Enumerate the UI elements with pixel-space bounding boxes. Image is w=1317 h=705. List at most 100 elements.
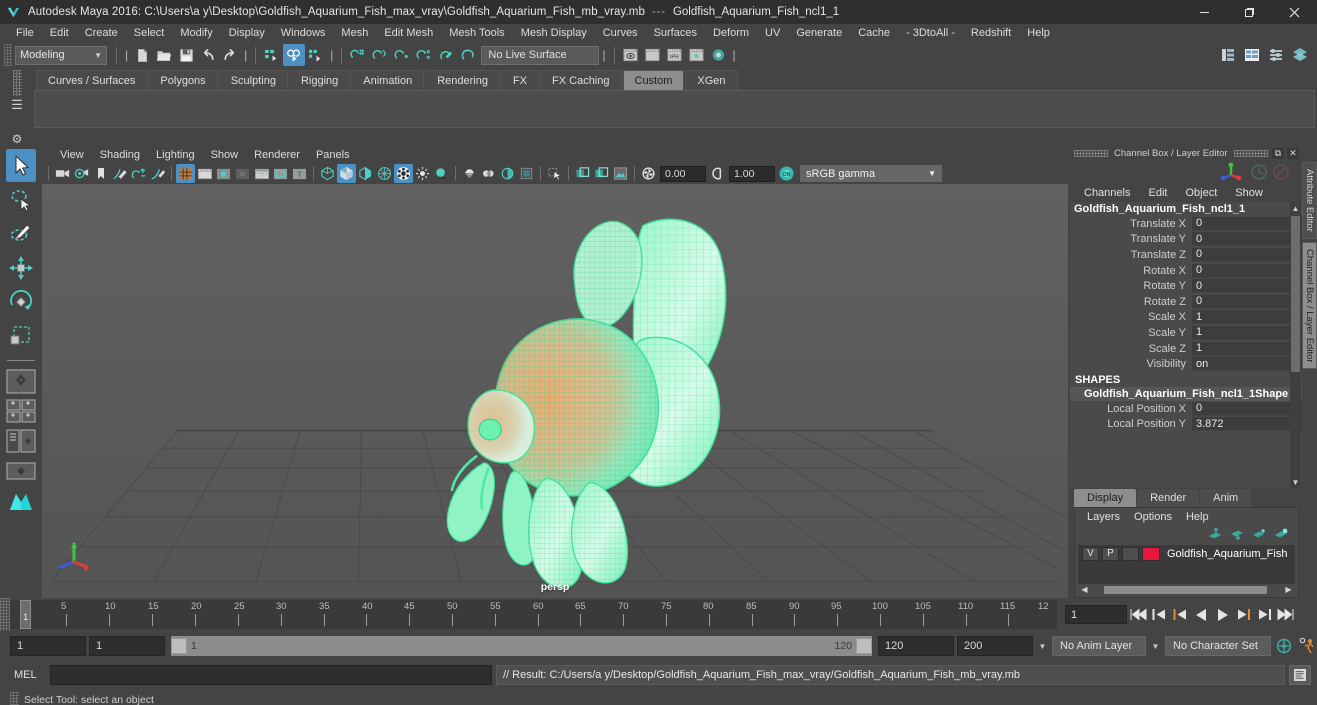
xray-joints-icon[interactable] [517,164,536,183]
channel-row-rotate-z[interactable]: Rotate Z 0 [1070,294,1302,310]
scroll-left-arrow-icon[interactable]: ◀ [1078,585,1091,594]
channel-row-translate-y[interactable]: Translate Y 0 [1070,232,1302,248]
play-forwards-icon[interactable] [1212,604,1232,625]
single-perspective-layout[interactable] [4,368,38,395]
command-language-label[interactable]: MEL [10,669,46,681]
attr-value[interactable]: 0 [1192,263,1302,278]
resolution-gate-icon[interactable] [214,164,233,183]
anim-layer-selector[interactable]: No Anim Layer [1052,636,1146,656]
layer-tab-render[interactable]: Render [1137,489,1200,507]
select-by-hierarchy-icon[interactable] [261,44,283,66]
attr-value[interactable]: 0 [1192,401,1302,416]
close-button[interactable] [1272,0,1317,24]
title-safe-icon[interactable]: T [290,164,309,183]
layer-list-hscrollbar[interactable]: ◀ ▶ [1078,584,1295,595]
layer-color-swatch[interactable] [1142,546,1160,561]
move-tool[interactable] [6,251,36,284]
vp-menu-renderer[interactable]: Renderer [246,149,308,161]
two-d-pan-zoom-icon[interactable] [129,164,148,183]
show-hide-modeling-toolkit-icon[interactable] [1217,44,1239,66]
shelf-tab-curves-surfaces[interactable]: Curves / Surfaces [36,70,148,90]
shelf-tab-fx-caching[interactable]: FX Caching [540,70,622,90]
cb-menu-edit[interactable]: Edit [1139,187,1176,199]
menu-edit-mesh[interactable]: Edit Mesh [376,26,441,41]
hypershade-layout[interactable] [4,488,38,515]
menu-set-selector[interactable]: Modeling ▼ [15,45,107,65]
attr-value[interactable]: 0 [1192,216,1302,231]
range-end-handle[interactable] [856,638,872,654]
xray-icon[interactable] [498,164,517,183]
playback-end-time-field[interactable]: 120 [878,636,954,656]
select-by-object-icon[interactable] [283,44,306,66]
persp-graph-layout[interactable] [4,458,38,485]
cb-menu-object[interactable]: Object [1176,187,1226,199]
paint-effects-icon[interactable] [573,164,592,183]
attr-value[interactable]: 1 [1192,310,1302,325]
move-layer-down-icon[interactable] [1230,528,1244,540]
status-line-grip[interactable] [4,44,12,66]
vp-menu-panels[interactable]: Panels [308,149,358,161]
menu-cache[interactable]: Cache [850,26,898,41]
shelf-grip[interactable] [12,70,22,96]
menu-mesh-display[interactable]: Mesh Display [513,26,595,41]
hypershade-icon[interactable] [708,44,730,66]
layer-list[interactable]: V P Goldfish_Aquarium_Fish ◀ ▶ [1078,545,1295,595]
layer-playback-toggle[interactable]: P [1102,546,1119,561]
layer-name[interactable]: Goldfish_Aquarium_Fish [1163,548,1287,560]
menu-3dtoall[interactable]: - 3DtoAll - [898,26,963,41]
snap-to-projected-center-icon[interactable] [413,44,435,66]
channel-row-rotate-y[interactable]: Rotate Y 0 [1070,278,1302,294]
scrollbar-thumb[interactable] [1291,216,1300,372]
attr-value[interactable]: on [1192,357,1302,372]
show-hide-attribute-editor-icon[interactable] [1241,44,1263,66]
scroll-down-arrow-icon[interactable]: ▼ [1290,476,1301,488]
range-slider-bar[interactable]: 1 120 [171,636,872,656]
no-manip-icon[interactable] [1272,163,1290,181]
redo-icon[interactable] [219,44,241,66]
attr-value[interactable]: 0 [1192,232,1302,247]
show-hide-tool-settings-icon[interactable] [1265,44,1287,66]
shade-wireframe-icon[interactable] [394,164,413,183]
step-back-keyframe-icon[interactable] [1149,604,1169,625]
chevron-down-icon[interactable]: ▼ [1036,642,1049,651]
gate-mask-icon[interactable] [233,164,252,183]
menu-uv[interactable]: UV [757,26,788,41]
lighting-icon[interactable] [413,164,432,183]
image-plane-icon[interactable] [110,164,129,183]
save-scene-icon[interactable] [175,44,197,66]
color-management-selector[interactable]: sRGB gamma ▼ [800,165,942,182]
collapse-arrow-icon-5[interactable]: | [730,48,739,62]
minimize-button[interactable] [1182,0,1227,24]
snap-to-curve-icon[interactable] [369,44,391,66]
render-settings-icon[interactable] [686,44,708,66]
attr-value[interactable]: 0 [1192,294,1302,309]
attr-value[interactable]: 0 [1192,279,1302,294]
new-layer-from-selected-icon[interactable] [1274,528,1288,540]
select-tool[interactable] [6,149,36,182]
animation-preferences-icon[interactable] [1297,636,1317,657]
render-view-icon[interactable] [620,44,642,66]
channel-row-scale-y[interactable]: Scale Y 1 [1070,325,1302,341]
layer-menu-options[interactable]: Options [1127,511,1179,523]
dock-tab-channel-box[interactable]: Channel Box / Layer Editor [1302,241,1317,370]
live-surface-field[interactable]: No Live Surface [481,45,600,65]
render-sequence-icon[interactable] [642,44,664,66]
current-frame-field[interactable]: 1 [1065,605,1127,624]
wireframe-shading-icon[interactable] [318,164,337,183]
snap-to-point-icon[interactable] [391,44,413,66]
script-editor-icon[interactable] [1289,665,1311,685]
menu-windows[interactable]: Windows [273,26,334,41]
layer-tab-display[interactable]: Display [1074,489,1137,507]
step-forward-keyframe-icon[interactable] [1254,604,1274,625]
smooth-shade-selected-icon[interactable] [356,164,375,183]
animation-end-time-field[interactable]: 200 [957,636,1033,656]
menu-mesh-tools[interactable]: Mesh Tools [441,26,512,41]
menu-surfaces[interactable]: Surfaces [646,26,705,41]
select-by-component-icon[interactable] [305,44,327,66]
menu-curves[interactable]: Curves [595,26,646,41]
go-to-start-icon[interactable] [1128,604,1148,625]
animation-start-time-field[interactable]: 1 [10,636,86,656]
menu-generate[interactable]: Generate [788,26,850,41]
menu-create[interactable]: Create [77,26,126,41]
safe-action-icon[interactable] [271,164,290,183]
